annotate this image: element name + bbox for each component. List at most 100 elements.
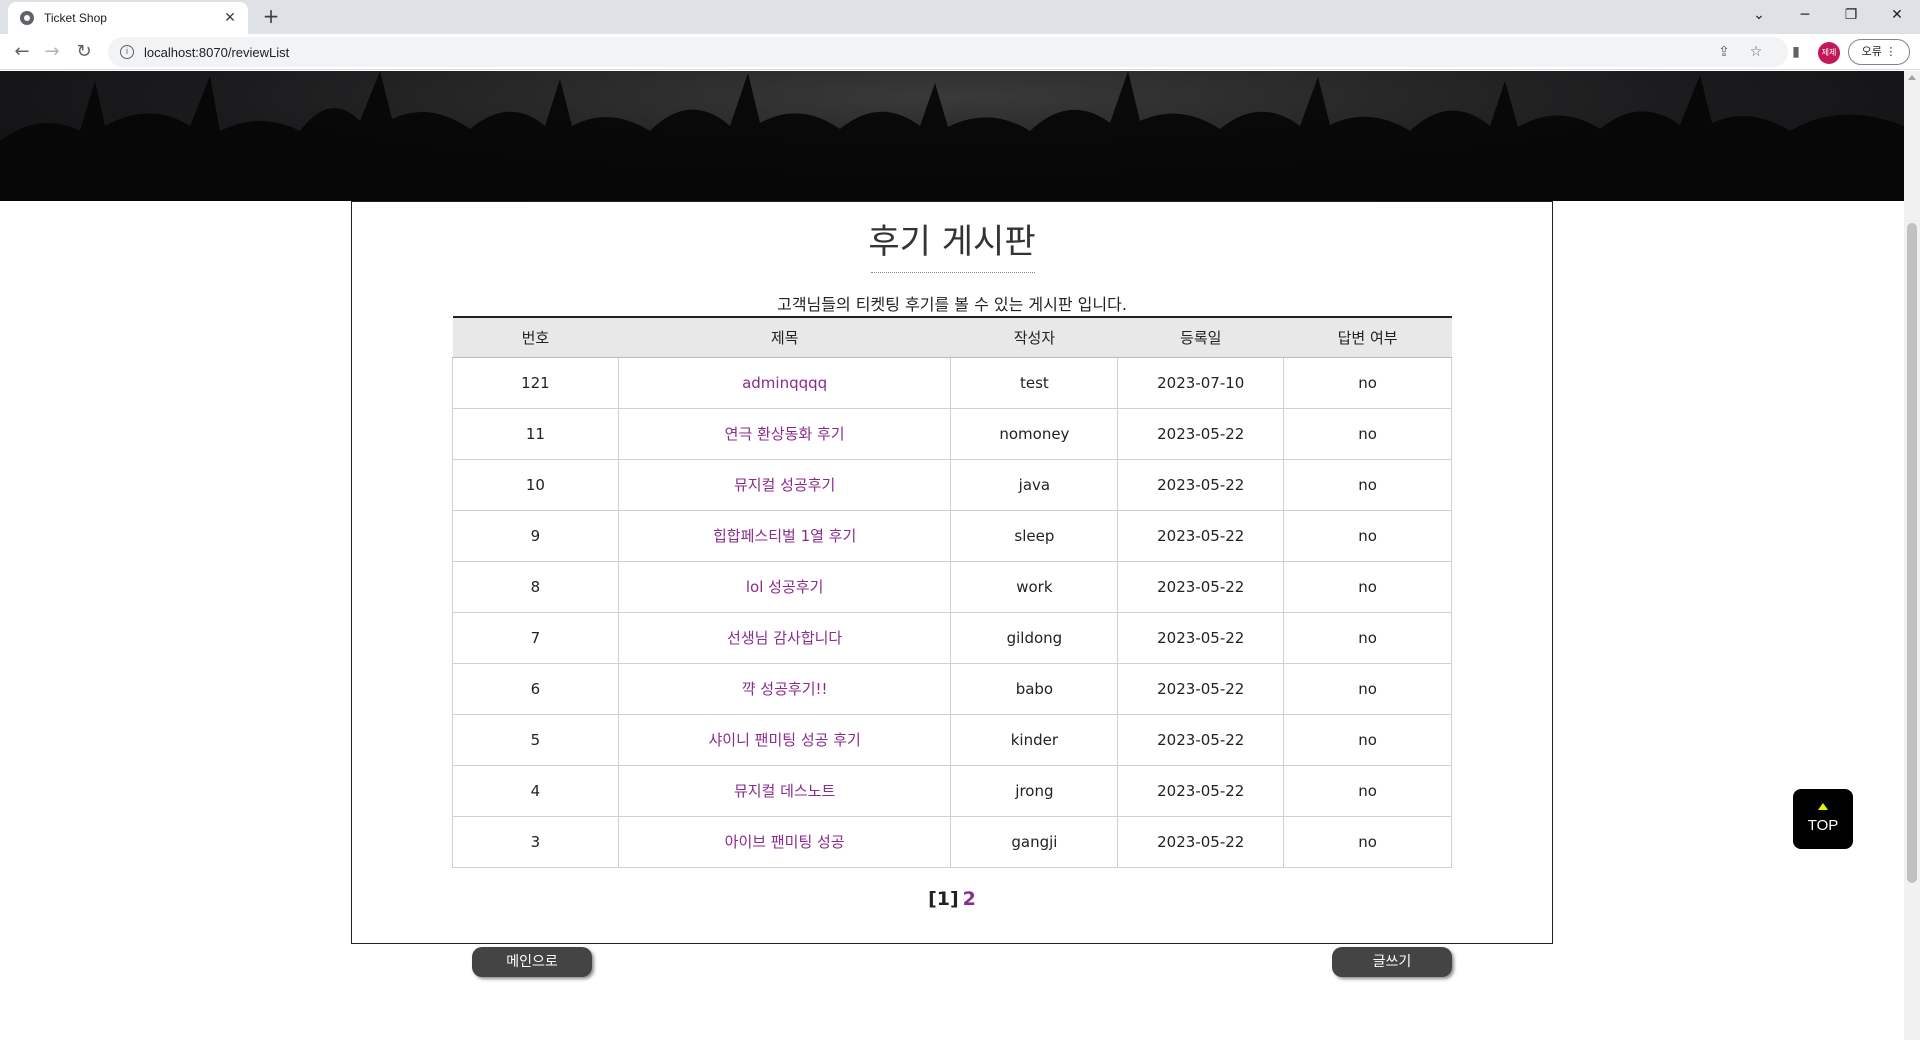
row-title-link[interactable]: 연극 환상동화 후기 — [725, 425, 845, 443]
row-answered-cell: no — [1283, 560, 1452, 613]
row-title-link-cell[interactable]: 연극 환상동화 후기 — [617, 407, 952, 460]
profile-avatar[interactable]: 제제 — [1818, 42, 1840, 64]
table-row: 9 힙합페스티벌 1열 후기 sleep 2023-05-22 no — [452, 509, 1452, 562]
row-title-link-cell[interactable]: lol 성공후기 — [617, 560, 952, 613]
row-number-cell: 6 — [452, 662, 619, 715]
table-row: 8 lol 성공후기 work 2023-05-22 no — [452, 560, 1452, 613]
error-menu-button[interactable]: 오류 ⋮ — [1848, 39, 1910, 65]
table-header-row: 번호 제목 작성자 등록일 답변 여부 — [452, 317, 1452, 358]
row-title-link[interactable]: lol 성공후기 — [746, 578, 823, 596]
row-answered-cell: no — [1283, 815, 1452, 868]
tab-title: Ticket Shop — [44, 11, 107, 25]
review-board: 후기 게시판 고객님들의 티켓팅 후기를 볼 수 있는 게시판 입니다. 번호 … — [351, 201, 1553, 944]
concert-crowd-banner — [0, 71, 1904, 201]
row-date-cell: 2023-05-22 — [1117, 407, 1285, 460]
table-row: 3 아이브 팬미팅 성공 gangji 2023-05-22 no — [452, 815, 1452, 868]
row-writer-cell: nomoney — [950, 407, 1119, 460]
row-title-link[interactable]: 꺅 성공후기!! — [742, 680, 828, 698]
row-title-link-cell[interactable]: 선생님 감사합니다 — [617, 611, 952, 664]
row-writer-cell: gildong — [950, 611, 1119, 664]
row-number-cell: 121 — [452, 356, 619, 409]
row-title-link[interactable]: adminqqqq — [742, 374, 827, 392]
table-row: 10 뮤지컬 성공후기 java 2023-05-22 no — [452, 458, 1452, 511]
row-title-link-cell[interactable]: 힙합페스티벌 1열 후기 — [617, 509, 952, 562]
header-writer: 작성자 — [950, 317, 1118, 358]
browser-tab[interactable]: Ticket Shop ✕ — [8, 2, 248, 34]
address-bar[interactable]: i localhost:8070/reviewList — [108, 37, 1788, 67]
row-writer-cell: sleep — [950, 509, 1119, 562]
up-arrow-icon — [1818, 803, 1828, 810]
page-description: 고객님들의 티켓팅 후기를 볼 수 있는 게시판 입니다. — [777, 295, 1127, 314]
browser-tabbar: Ticket Shop ✕ + ⌄ ─ ❐ ✕ — [0, 0, 1920, 34]
tab-close-icon[interactable]: ✕ — [222, 10, 238, 26]
scroll-top-button[interactable]: TOP — [1793, 789, 1853, 849]
main-page-button[interactable]: 메인으로 — [472, 947, 592, 977]
row-writer-cell: jrong — [950, 764, 1119, 817]
row-title-link-cell[interactable]: 샤이니 팬미팅 성공 후기 — [617, 713, 952, 766]
row-title-link-cell[interactable]: 아이브 팬미팅 성공 — [617, 815, 952, 868]
new-tab-button[interactable]: + — [258, 4, 284, 30]
restore-icon[interactable]: ❐ — [1828, 0, 1874, 30]
row-title-link[interactable]: 뮤지컬 데스노트 — [734, 782, 835, 800]
row-number-cell: 11 — [452, 407, 619, 460]
back-arrow-icon[interactable]: ← — [8, 38, 36, 66]
row-writer-cell: kinder — [950, 713, 1119, 766]
table-row: 5 샤이니 팬미팅 성공 후기 kinder 2023-05-22 no — [452, 713, 1452, 766]
table-row: 7 선생님 감사합니다 gildong 2023-05-22 no — [452, 611, 1452, 664]
row-title-link-cell[interactable]: 뮤지컬 데스노트 — [617, 764, 952, 817]
row-title-link[interactable]: 샤이니 팬미팅 성공 후기 — [708, 731, 860, 749]
row-title-link[interactable]: 뮤지컬 성공후기 — [734, 476, 835, 494]
table-row: 121 adminqqqq test 2023-07-10 no — [452, 356, 1452, 409]
row-date-cell: 2023-05-22 — [1117, 458, 1285, 511]
side-panel-icon[interactable]: ▮ — [1786, 42, 1806, 62]
row-title-link-cell[interactable]: 꺅 성공후기!! — [617, 662, 952, 715]
row-number-cell: 8 — [452, 560, 619, 613]
row-date-cell: 2023-05-22 — [1117, 815, 1285, 868]
window-close-icon[interactable]: ✕ — [1874, 0, 1920, 30]
table-row: 11 연극 환상동화 후기 nomoney 2023-05-22 no — [452, 407, 1452, 460]
row-date-cell: 2023-05-22 — [1117, 560, 1285, 613]
row-writer-cell: test — [950, 356, 1119, 409]
row-number-cell: 5 — [452, 713, 619, 766]
review-table: 번호 제목 작성자 등록일 답변 여부 121 adminqqqq test 2023… — [452, 316, 1452, 868]
row-number-cell: 7 — [452, 611, 619, 664]
top-label: TOP — [1807, 817, 1839, 834]
row-writer-cell: gangji — [950, 815, 1119, 868]
address-url[interactable]: localhost:8070/reviewList — [144, 45, 289, 60]
page-viewport: 후기 게시판 고객님들의 티켓팅 후기를 볼 수 있는 게시판 입니다. 번호 … — [0, 71, 1904, 1040]
page-link-2[interactable]: 2 — [963, 888, 976, 910]
page-scrollbar[interactable] — [1904, 71, 1920, 1040]
row-title-link[interactable]: 힙합페스티벌 1열 후기 — [713, 527, 856, 545]
bookmark-star-icon[interactable]: ☆ — [1746, 42, 1766, 62]
row-title-link[interactable]: 아이브 팬미팅 성공 — [725, 833, 845, 851]
reload-icon[interactable]: ↻ — [70, 38, 98, 66]
scroll-up-arrow-icon[interactable] — [1908, 75, 1916, 80]
row-answered-cell: no — [1283, 509, 1452, 562]
row-writer-cell: babo — [950, 662, 1119, 715]
tab-search-icon[interactable]: ⌄ — [1736, 0, 1782, 30]
row-answered-cell: no — [1283, 713, 1452, 766]
header-answered: 답변 여부 — [1283, 317, 1452, 358]
row-date-cell: 2023-05-22 — [1117, 611, 1285, 664]
row-number-cell: 4 — [452, 764, 619, 817]
browser-toolbar: ← → ↻ i localhost:8070/reviewList ⇪ ☆ ▮ … — [0, 34, 1920, 70]
header-date: 등록일 — [1117, 317, 1284, 358]
row-date-cell: 2023-05-22 — [1117, 713, 1285, 766]
row-title-link-cell[interactable]: adminqqqq — [617, 356, 952, 409]
row-answered-cell: no — [1283, 458, 1452, 511]
row-answered-cell: no — [1283, 611, 1452, 664]
row-title-link[interactable]: 선생님 감사합니다 — [727, 629, 842, 647]
scrollbar-thumb[interactable] — [1907, 223, 1917, 883]
write-button[interactable]: 글쓰기 — [1332, 947, 1452, 977]
share-icon[interactable]: ⇪ — [1714, 42, 1734, 62]
row-answered-cell: no — [1283, 764, 1452, 817]
crowd-silhouette-image — [0, 71, 1904, 201]
site-info-icon[interactable]: i — [120, 45, 134, 59]
table-row: 6 꺅 성공후기!! babo 2023-05-22 no — [452, 662, 1452, 715]
minimize-icon[interactable]: ─ — [1782, 0, 1828, 30]
row-answered-cell: no — [1283, 356, 1452, 409]
row-answered-cell: no — [1283, 662, 1452, 715]
row-title-link-cell[interactable]: 뮤지컬 성공후기 — [617, 458, 952, 511]
row-number-cell: 9 — [452, 509, 619, 562]
forward-arrow-icon[interactable]: → — [38, 38, 66, 66]
